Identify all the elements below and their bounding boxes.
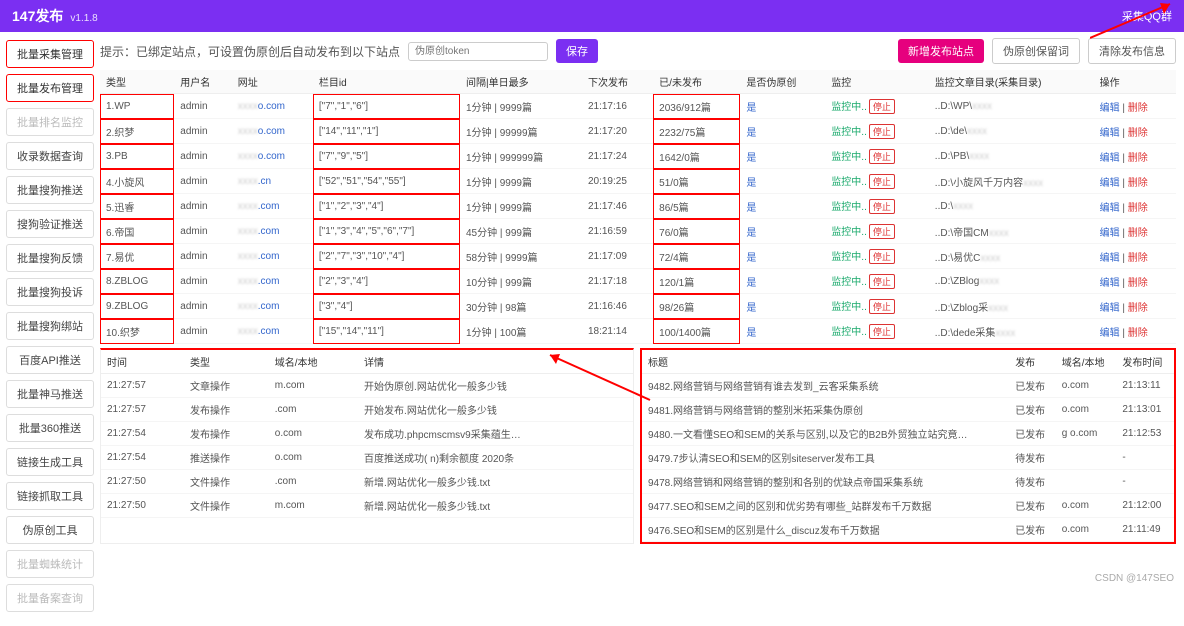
- sidebar-item-2[interactable]: 批量排名监控: [6, 108, 94, 136]
- table-row: 1.WPadminxxxxo.com["7","1","6"]1分钟 | 999…: [100, 94, 1176, 119]
- table-row: 8.ZBLOGadminxxxx.com["2","3","4"]10分钟 | …: [100, 269, 1176, 294]
- stop-button[interactable]: 停止: [869, 274, 895, 289]
- col-6: 已/未发布: [653, 70, 740, 94]
- stop-button[interactable]: 停止: [869, 299, 895, 314]
- col-5: 下次发布: [582, 70, 653, 94]
- sidebar-item-14[interactable]: 伪原创工具: [6, 516, 94, 544]
- sidebar-item-8[interactable]: 批量搜狗绑站: [6, 312, 94, 340]
- edit-link[interactable]: 编辑: [1100, 128, 1120, 139]
- delete-link[interactable]: 删除: [1128, 253, 1148, 264]
- stop-button[interactable]: 停止: [869, 224, 895, 239]
- fake-words-button[interactable]: 伪原创保留词: [992, 38, 1080, 64]
- log-row: 21:27:54推送操作o.com百度推送成功( n)剩余额度 2020条: [101, 446, 633, 470]
- right-log-pane: 标题发布域名/本地发布时间9482.网络营销与网络营销有谁去发到_云客采集系统已…: [640, 348, 1176, 544]
- table-row: 3.PBadminxxxxo.com["7","9","5"]1分钟 | 999…: [100, 144, 1176, 169]
- col-4: 间隔|单日最多: [460, 70, 582, 94]
- app-version: v1.1.8: [70, 13, 97, 24]
- stop-button[interactable]: 停止: [869, 174, 895, 189]
- token-input[interactable]: [408, 42, 548, 61]
- sidebar-item-3[interactable]: 收录数据查询: [6, 142, 94, 170]
- delete-link[interactable]: 删除: [1128, 153, 1148, 164]
- table-row: 4.小旋风adminxxxx.cn["52","51","54","55"]1分…: [100, 169, 1176, 194]
- edit-link[interactable]: 编辑: [1100, 203, 1120, 214]
- watermark: CSDN @147SEO: [1095, 573, 1174, 584]
- delete-link[interactable]: 删除: [1128, 203, 1148, 214]
- edit-link[interactable]: 编辑: [1100, 153, 1120, 164]
- edit-link[interactable]: 编辑: [1100, 103, 1120, 114]
- sidebar-item-1[interactable]: 批量发布管理: [6, 74, 94, 102]
- sidebar-item-6[interactable]: 批量搜狗反馈: [6, 244, 94, 272]
- edit-link[interactable]: 编辑: [1100, 228, 1120, 239]
- sidebar-item-12[interactable]: 链接生成工具: [6, 448, 94, 476]
- table-row: 5.迅睿adminxxxx.com["1","2","3","4"]1分钟 | …: [100, 194, 1176, 219]
- edit-link[interactable]: 编辑: [1100, 178, 1120, 189]
- sidebar-item-16[interactable]: 批量备案查询: [6, 584, 94, 612]
- edit-link[interactable]: 编辑: [1100, 303, 1120, 314]
- table-row: 10.织梦adminxxxx.com["15","14","11"]1分钟 | …: [100, 319, 1176, 344]
- log-row: 21:27:50文件操作m.com新增.网站优化一般多少钱.txt: [101, 494, 633, 518]
- edit-link[interactable]: 编辑: [1100, 328, 1120, 339]
- log-row: 9482.网络营销与网络营销有谁去发到_云客采集系统已发布o.com21:13:…: [642, 374, 1174, 398]
- log-row: 9480.一文看懂SEO和SEM的关系与区别,以及它的B2B外贸独立站究竟…已发…: [642, 422, 1174, 446]
- col-3: 栏目id: [313, 70, 460, 94]
- sidebar-item-11[interactable]: 批量360推送: [6, 414, 94, 442]
- edit-link[interactable]: 编辑: [1100, 253, 1120, 264]
- log-row: 21:27:57发布操作.com开始发布.网站优化一般多少钱: [101, 398, 633, 422]
- log-row: 9481.网络营销与网络营销的整别米拓采集伪原创已发布o.com21:13:01: [642, 398, 1174, 422]
- sidebar-item-9[interactable]: 百度API推送: [6, 346, 94, 374]
- log-row: 9479.7步认清SEO和SEM的区别siteserver发布工具待发布-: [642, 446, 1174, 470]
- tip-bar: 提示：已绑定站点，可设置伪原创后自动发布到以下站点 保存 新增发布站点 伪原创保…: [100, 38, 1176, 64]
- col-10: 操作: [1094, 70, 1176, 94]
- log-row: 9477.SEO和SEM之间的区别和优劣势有哪些_站群发布千万数据已发布o.co…: [642, 494, 1174, 518]
- tip-text: 提示：已绑定站点，可设置伪原创后自动发布到以下站点: [100, 43, 400, 60]
- col-2: 网址: [232, 70, 313, 94]
- stop-button[interactable]: 停止: [869, 324, 895, 339]
- stop-button[interactable]: 停止: [869, 99, 895, 114]
- table-row: 7.易优adminxxxx.com["2","7","3","10","4"]5…: [100, 244, 1176, 269]
- delete-link[interactable]: 删除: [1128, 278, 1148, 289]
- table-row: 2.织梦adminxxxxo.com["14","11","1"]1分钟 | 9…: [100, 119, 1176, 144]
- edit-link[interactable]: 编辑: [1100, 278, 1120, 289]
- add-site-button[interactable]: 新增发布站点: [898, 39, 984, 63]
- app-title: 147发布: [12, 8, 63, 24]
- save-button[interactable]: 保存: [556, 39, 598, 63]
- log-row: 9478.网络营销和网络营销的整别和各别的优缺点帝国采集系统待发布-: [642, 470, 1174, 494]
- log-row: 21:27:54发布操作o.com发布成功.phpcmscmsv9采集蕴生…: [101, 422, 633, 446]
- col-8: 监控: [825, 70, 928, 94]
- stop-button[interactable]: 停止: [869, 149, 895, 164]
- delete-link[interactable]: 删除: [1128, 303, 1148, 314]
- log-row: 21:27:50文件操作.com新增.网站优化一般多少钱.txt: [101, 470, 633, 494]
- col-1: 用户名: [174, 70, 232, 94]
- delete-link[interactable]: 删除: [1128, 178, 1148, 189]
- table-row: 6.帝国adminxxxx.com["1","3","4","5","6","7…: [100, 219, 1176, 244]
- sidebar-item-4[interactable]: 批量搜狗推送: [6, 176, 94, 204]
- col-9: 监控文章目录(采集目录): [929, 70, 1094, 94]
- log-row: 9476.SEO和SEM的区别是什么_discuz发布千万数据已发布o.com2…: [642, 518, 1174, 542]
- left-log-pane: 时间类型域名/本地详情21:27:57文章操作m.com开始伪原创.网站优化一般…: [100, 348, 634, 544]
- col-7: 是否伪原创: [740, 70, 825, 94]
- sidebar-item-10[interactable]: 批量神马推送: [6, 380, 94, 408]
- log-row: 21:27:57文章操作m.com开始伪原创.网站优化一般多少钱: [101, 374, 633, 398]
- sidebar-item-15[interactable]: 批量蜘蛛统计: [6, 550, 94, 578]
- sidebar: 批量采集管理批量发布管理批量排名监控收录数据查询批量搜狗推送搜狗验证推送批量搜狗…: [0, 32, 100, 626]
- top-bar: 147发布 v1.1.8 采集QQ群: [0, 0, 1184, 32]
- sidebar-item-0[interactable]: 批量采集管理: [6, 40, 94, 68]
- delete-link[interactable]: 删除: [1128, 103, 1148, 114]
- qq-group-link[interactable]: 采集QQ群: [1122, 8, 1172, 24]
- delete-link[interactable]: 删除: [1128, 228, 1148, 239]
- sidebar-item-13[interactable]: 链接抓取工具: [6, 482, 94, 510]
- col-0: 类型: [100, 70, 174, 94]
- stop-button[interactable]: 停止: [869, 249, 895, 264]
- sites-table: 类型用户名网址栏目id间隔|单日最多下次发布已/未发布是否伪原创监控监控文章目录…: [100, 70, 1176, 344]
- sidebar-item-5[interactable]: 搜狗验证推送: [6, 210, 94, 238]
- sidebar-item-7[interactable]: 批量搜狗投诉: [6, 278, 94, 306]
- delete-link[interactable]: 删除: [1128, 328, 1148, 339]
- stop-button[interactable]: 停止: [869, 124, 895, 139]
- stop-button[interactable]: 停止: [869, 199, 895, 214]
- clear-info-button[interactable]: 清除发布信息: [1088, 38, 1176, 64]
- table-row: 9.ZBLOGadminxxxx.com["3","4"]30分钟 | 98篇2…: [100, 294, 1176, 319]
- delete-link[interactable]: 删除: [1128, 128, 1148, 139]
